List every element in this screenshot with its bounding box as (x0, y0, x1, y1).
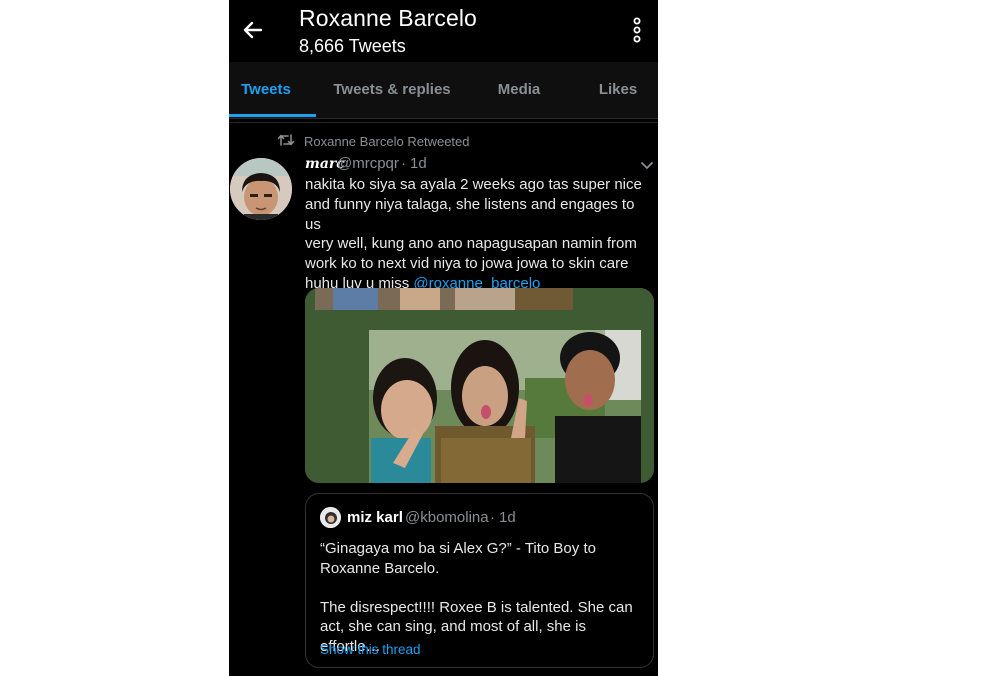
quote-author-name[interactable]: miz karl (347, 509, 403, 526)
profile-title: Roxanne Barcelo (299, 5, 477, 31)
author-handle[interactable]: @mrcpqr (337, 155, 399, 172)
tweet-timestamp[interactable]: 1d (410, 155, 427, 172)
avatar-photo (230, 158, 292, 220)
quote-text: “Ginagaya mo ba si Alex G?” - Tito Boy t… (320, 539, 642, 657)
tweet-count: 8,666 Tweets (299, 36, 406, 56)
twitter-profile-screen: Roxanne Barcelo 8,666 Tweets Tweets Twee… (229, 0, 658, 676)
active-tab-indicator (229, 114, 316, 117)
tweet-media-image[interactable] (305, 288, 654, 483)
tweet-menu-button[interactable] (637, 156, 657, 176)
tab-media[interactable]: Media (487, 62, 551, 118)
show-thread-link[interactable]: Show this thread (320, 642, 421, 657)
retweet-context[interactable]: Roxanne Barcelo Retweeted (304, 134, 470, 149)
more-options-button[interactable] (625, 15, 649, 45)
chevron-down-icon (641, 162, 653, 170)
tweet-text: nakita ko siya sa ayala 2 weeks ago tas … (305, 175, 650, 294)
quote-timestamp[interactable]: 1d (499, 509, 516, 526)
avatar[interactable] (230, 158, 292, 220)
tab-tweets[interactable]: Tweets (229, 62, 303, 118)
quote-author-handle[interactable]: @kbomolina (405, 509, 489, 526)
quote-separator: · (490, 509, 495, 526)
tweet-text-line: and funny niya talaga, she listens and e… (305, 195, 635, 233)
tweet-text-line: nakita ko siya sa ayala 2 weeks ago tas … (305, 176, 642, 193)
arrow-left-icon (243, 21, 263, 39)
retweet-icon (277, 134, 295, 146)
quote-avatar-photo (320, 507, 341, 528)
tab-likes[interactable]: Likes (589, 62, 647, 118)
more-vertical-icon (633, 17, 641, 43)
quoted-tweet[interactable]: miz karl @kbomolina · 1d “Ginagaya mo ba… (305, 493, 654, 668)
back-button[interactable] (235, 12, 271, 48)
separator: · (401, 155, 406, 172)
quote-paragraph: “Ginagaya mo ba si Alex G?” - Tito Boy t… (320, 540, 596, 577)
quote-avatar[interactable] (320, 507, 341, 528)
profile-tabs: Tweets Tweets & replies Media Likes (229, 62, 658, 119)
tab-tweets-replies[interactable]: Tweets & replies (325, 62, 459, 118)
tweet-text-line: work ko to next vid niya to jowa jowa to… (305, 255, 629, 273)
media-photo (305, 288, 654, 483)
tweet-text-line: very well, kung ano ano napagusapan nami… (305, 235, 637, 253)
divider (229, 122, 658, 123)
